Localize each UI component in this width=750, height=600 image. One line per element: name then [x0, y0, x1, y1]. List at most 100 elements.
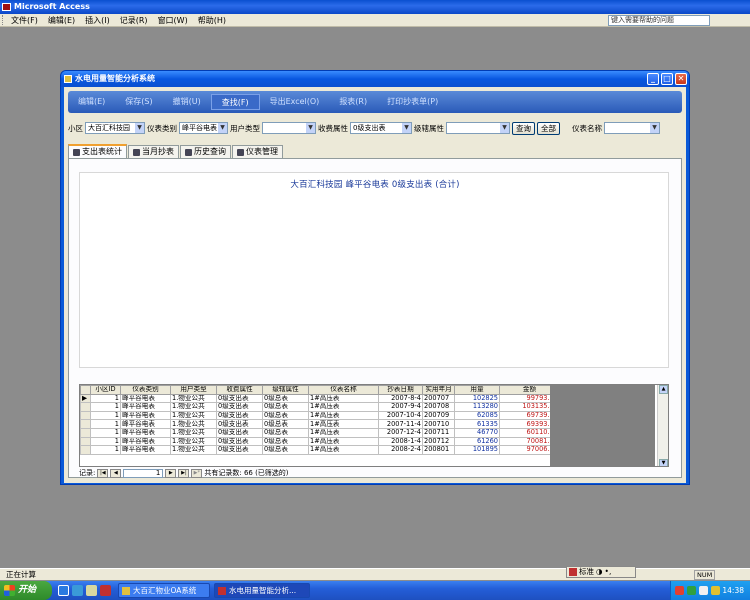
- scroll-down-icon[interactable]: ▼: [659, 459, 668, 466]
- toolbar-undo-button[interactable]: 撤销(U): [163, 94, 211, 110]
- previous-record-icon[interactable]: ◀: [110, 468, 122, 478]
- last-record-icon[interactable]: ▶|: [178, 468, 190, 478]
- table-cell[interactable]: 1.物业公共: [170, 436, 217, 447]
- chevron-down-icon[interactable]: ▼: [218, 123, 227, 133]
- table-cell[interactable]: 1: [90, 436, 121, 447]
- col-header[interactable]: 收费属性: [216, 385, 263, 395]
- table-cell[interactable]: 1.物业公共: [170, 410, 217, 421]
- menu-edit[interactable]: 编辑(E): [43, 14, 80, 27]
- help-search-input[interactable]: 键入需要帮助的问题: [608, 15, 710, 26]
- table-cell[interactable]: 0级支出表: [216, 419, 263, 429]
- table-cell[interactable]: 1.物业公共: [170, 419, 217, 429]
- table-cell[interactable]: 1.物业公共: [170, 445, 217, 455]
- table-cell[interactable]: 1: [90, 410, 121, 421]
- maximize-button[interactable]: □: [661, 73, 673, 85]
- table-cell[interactable]: 102825: [454, 393, 500, 404]
- table-cell[interactable]: 0级支出表: [216, 427, 263, 438]
- row-selector[interactable]: [80, 436, 91, 447]
- tab-monthly-reading[interactable]: 当月抄表: [128, 145, 179, 158]
- table-cell[interactable]: 峰平谷电表: [120, 445, 171, 455]
- new-record-icon[interactable]: ▶*: [191, 468, 203, 478]
- data-grid[interactable]: 小区ID 仪表类别 用户类型 收费属性 级辖属性 仪表名称 抄表日期 实用年月 …: [79, 384, 669, 467]
- table-cell[interactable]: 0级总表: [262, 427, 309, 438]
- toolbar-export-excel-button[interactable]: 导出Excel(O): [260, 94, 330, 110]
- col-header[interactable]: 小区ID: [90, 385, 121, 395]
- table-cell[interactable]: 2007-8-4: [378, 393, 423, 404]
- toolbar-edit-button[interactable]: 编辑(E): [68, 94, 115, 110]
- menu-window[interactable]: 窗口(W): [153, 14, 193, 27]
- table-cell[interactable]: 0级支出表: [216, 445, 263, 455]
- all-button[interactable]: 全部: [537, 121, 560, 135]
- level-attr-select[interactable]: ▼: [446, 122, 510, 134]
- col-header[interactable]: 实用年月: [422, 385, 455, 395]
- table-cell[interactable]: 1#高压表: [308, 427, 379, 438]
- table-cell[interactable]: 峰平谷电表: [120, 410, 171, 421]
- menu-help[interactable]: 帮助(H): [193, 14, 231, 27]
- table-cell[interactable]: 200801: [422, 445, 455, 455]
- table-cell[interactable]: 峰平谷电表: [120, 436, 171, 447]
- table-cell[interactable]: 2007-11-4: [378, 419, 423, 429]
- chevron-down-icon[interactable]: ▼: [402, 123, 411, 133]
- table-cell[interactable]: 200708: [422, 402, 455, 412]
- first-record-icon[interactable]: |◀: [97, 468, 109, 478]
- table-cell[interactable]: 0级总表: [262, 410, 309, 421]
- col-header[interactable]: 用户类型: [170, 385, 217, 395]
- table-cell[interactable]: 0级总表: [262, 436, 309, 447]
- table-cell[interactable]: 峰平谷电表: [120, 402, 171, 412]
- row-selector[interactable]: [80, 427, 91, 438]
- table-cell[interactable]: 1: [90, 419, 121, 429]
- table-cell[interactable]: 0级总表: [262, 419, 309, 429]
- tray-icon[interactable]: [687, 586, 696, 595]
- table-cell[interactable]: 1.物业公共: [170, 427, 217, 438]
- toolbar-find-button[interactable]: 查找(F): [210, 94, 260, 110]
- network-icon[interactable]: [711, 586, 720, 595]
- chevron-down-icon[interactable]: ▼: [306, 123, 315, 133]
- table-row[interactable]: 1 峰平谷电表 1.物业公共 0级支出表 0级总表 1#高压表 2007-10-4 20070…: [80, 410, 560, 421]
- meter-type-select[interactable]: 峰平谷电表 ▼: [179, 122, 228, 134]
- toolbar-report-button[interactable]: 报表(R): [329, 94, 377, 110]
- table-cell[interactable]: 2007-10-4: [378, 410, 423, 421]
- table-cell[interactable]: 0级支出表: [216, 402, 263, 412]
- table-cell[interactable]: 1#高压表: [308, 393, 379, 404]
- table-row[interactable]: 1 峰平谷电表 1.物业公共 0级支出表 0级总表 1#高压表 2007-12-4 20071…: [80, 427, 560, 438]
- table-cell[interactable]: 113280: [454, 402, 500, 412]
- tab-meter-management[interactable]: 仪表管理: [232, 145, 283, 158]
- col-header[interactable]: 仪表名称: [308, 385, 379, 395]
- table-cell[interactable]: 2008-2-4: [378, 445, 423, 455]
- fee-attr-select[interactable]: 0级支出表 ▼: [350, 122, 412, 134]
- table-cell[interactable]: 1#高压表: [308, 436, 379, 447]
- toolbar-print-button[interactable]: 打印抄表单(P): [377, 94, 448, 110]
- table-cell[interactable]: 1.物业公共: [170, 393, 217, 404]
- row-selector[interactable]: [80, 402, 91, 412]
- table-cell[interactable]: 1#高压表: [308, 402, 379, 412]
- table-cell[interactable]: 200707: [422, 393, 455, 404]
- ime-toolbar[interactable]: 标准 ◑ •,: [566, 566, 636, 578]
- chevron-down-icon[interactable]: ▼: [500, 123, 509, 133]
- tray-icon[interactable]: [675, 586, 684, 595]
- minimize-button[interactable]: _: [647, 73, 659, 85]
- table-cell[interactable]: 200709: [422, 410, 455, 421]
- grid-vertical-scrollbar[interactable]: ▲ ▼: [657, 385, 668, 466]
- start-button[interactable]: 开始: [0, 581, 52, 600]
- table-cell[interactable]: 1#高压表: [308, 419, 379, 429]
- table-cell[interactable]: 峰平谷电表: [120, 393, 171, 404]
- table-row[interactable]: 1 峰平谷电表 1.物业公共 0级支出表 0级总表 1#高压表 2008-2-4 200801…: [80, 445, 560, 455]
- tab-expense-stats[interactable]: 支出表统计: [68, 144, 127, 158]
- table-cell[interactable]: 0级总表: [262, 393, 309, 404]
- scroll-up-icon[interactable]: ▲: [659, 385, 668, 394]
- volume-icon[interactable]: [699, 586, 708, 595]
- table-cell[interactable]: 1: [90, 427, 121, 438]
- table-row[interactable]: 1 峰平谷电表 1.物业公共 0级支出表 0级总表 1#高压表 2008-1-4 200712…: [80, 436, 560, 447]
- col-header[interactable]: 级辖属性: [262, 385, 309, 395]
- ime-mode[interactable]: 标准: [579, 567, 594, 577]
- table-cell[interactable]: 峰平谷电表: [120, 419, 171, 429]
- row-selector[interactable]: [80, 445, 91, 455]
- chevron-down-icon[interactable]: ▼: [135, 123, 144, 133]
- table-cell[interactable]: 1: [90, 445, 121, 455]
- table-row[interactable]: 1 峰平谷电表 1.物业公共 0级支出表 0级总表 1#高压表 2007-11-4 20071…: [80, 419, 560, 429]
- table-cell[interactable]: 0级支出表: [216, 410, 263, 421]
- meter-name-select[interactable]: ▼: [604, 122, 660, 134]
- menu-file[interactable]: 文件(F): [6, 14, 43, 27]
- query-button[interactable]: 查询: [512, 121, 535, 135]
- table-cell[interactable]: 62085: [454, 410, 500, 421]
